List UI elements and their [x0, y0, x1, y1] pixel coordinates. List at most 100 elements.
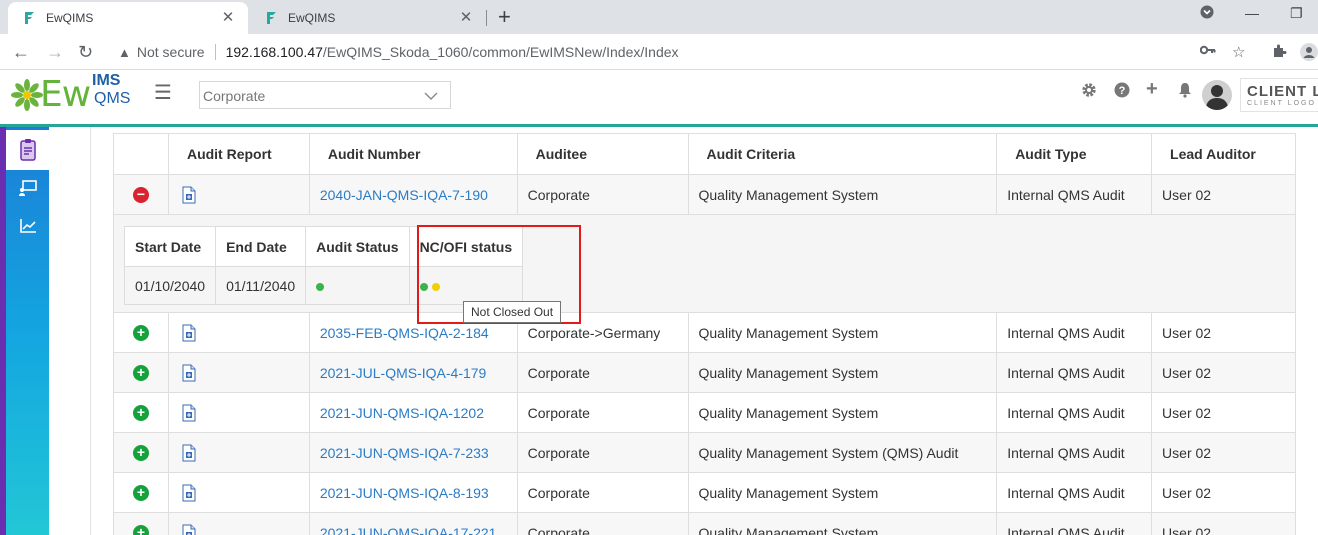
browser-tab-active[interactable]: EwQIMS ✕ — [8, 2, 248, 34]
audit-table: Audit Report Audit Number Auditee Audit … — [113, 133, 1296, 535]
new-tab-icon[interactable]: + — [498, 6, 511, 28]
gear-icon[interactable] — [1081, 82, 1097, 103]
column-header-auditee[interactable]: Auditee — [516, 133, 689, 175]
audit-report-cell — [167, 512, 310, 535]
column-header-audit-type[interactable]: Audit Type — [996, 133, 1153, 175]
audit-type-cell: Internal QMS Audit — [996, 392, 1153, 433]
browser-tab-strip: EwQIMS ✕ EwQIMS ✕ + — ❐ — [0, 0, 1318, 34]
audit-number-link[interactable]: 2040-JAN-QMS-IQA-7-190 — [308, 174, 518, 215]
report-document-icon[interactable] — [181, 186, 197, 204]
organization-select[interactable]: Corporate — [199, 81, 451, 109]
sidebar-item-audit[interactable] — [6, 130, 49, 170]
report-document-icon[interactable] — [181, 324, 197, 342]
sidebar-item-training[interactable] — [6, 168, 49, 208]
auditee-cell: Corporate — [516, 352, 689, 393]
report-document-icon[interactable] — [181, 484, 197, 502]
back-arrow-icon[interactable]: ← — [12, 40, 30, 64]
tab-title: EwQIMS — [288, 11, 336, 25]
forward-arrow-icon[interactable]: → — [46, 40, 64, 64]
audit-number-link[interactable]: 2021-JUN-QMS-IQA-7-233 — [308, 432, 518, 473]
column-header-lead-auditor[interactable]: Lead Auditor — [1151, 133, 1296, 175]
expand-row-icon[interactable]: + — [132, 445, 149, 462]
auditee-cell: Corporate — [516, 174, 689, 215]
sidebar-item-reports[interactable] — [6, 206, 49, 246]
bookmark-star-icon[interactable]: ☆ — [1232, 43, 1245, 61]
expand-cell: − — [113, 174, 169, 215]
expand-row-icon[interactable]: + — [132, 405, 149, 422]
ewqims-logo[interactable]: Ew IMS QMS — [10, 72, 140, 120]
table-header-row: Audit Report Audit Number Auditee Audit … — [113, 133, 1296, 175]
lead-auditor-cell: User 02 — [1151, 432, 1296, 473]
audit-criteria-cell: Quality Management System (QMS) Audit — [687, 432, 998, 473]
presentation-board-icon — [18, 180, 37, 196]
report-document-icon[interactable] — [181, 444, 197, 462]
help-icon[interactable]: ? — [1114, 82, 1130, 103]
bell-icon[interactable] — [1177, 82, 1193, 103]
extensions-icon[interactable] — [1271, 43, 1287, 63]
content-panel-border — [90, 127, 91, 535]
reload-icon[interactable]: ↻ — [78, 40, 93, 64]
table-row: + 2021-JUN-QMS-IQA-1202 Corporate Qualit… — [113, 392, 1296, 433]
expand-row-icon[interactable]: + — [132, 525, 149, 535]
client-logo-text: CLIENT LOGO — [1247, 83, 1318, 100]
audit-criteria-cell: Quality Management System — [687, 472, 998, 513]
profile-menu-icon[interactable] — [1200, 5, 1214, 22]
add-icon[interactable]: + — [1146, 78, 1158, 101]
url-text: 192.168.100.47/EwQIMS_Skoda_1060/common/… — [226, 44, 679, 60]
column-header-audit-criteria[interactable]: Audit Criteria — [687, 133, 998, 175]
chevron-down-icon — [424, 92, 438, 100]
tab-close-icon[interactable]: ✕ — [458, 10, 474, 26]
table-row: + 2021-JUN-QMS-IQA-8-193 Corporate Quali… — [113, 472, 1296, 513]
expand-row-icon[interactable]: + — [132, 485, 149, 502]
audit-report-cell — [167, 472, 310, 513]
detail-header-end-date: End Date — [215, 226, 307, 267]
audit-type-cell: Internal QMS Audit — [996, 352, 1153, 393]
audit-report-cell — [167, 174, 310, 215]
column-header-audit-number[interactable]: Audit Number — [308, 133, 518, 175]
audit-status-green-dot-icon[interactable] — [316, 282, 325, 291]
audit-criteria-cell: Quality Management System — [687, 174, 998, 215]
logo-flower-icon — [11, 79, 43, 111]
tab-separator — [486, 10, 487, 26]
column-header-expand — [113, 133, 169, 175]
logo-qms-text: QMS — [94, 90, 131, 107]
auditee-cell: Corporate — [516, 432, 689, 473]
status-tooltip: Not Closed Out — [463, 301, 562, 323]
warning-triangle-icon: ▲ — [118, 44, 131, 60]
lead-auditor-cell: User 02 — [1151, 392, 1296, 433]
auditee-cell: Corporate — [516, 392, 689, 433]
line-chart-icon — [19, 219, 36, 233]
browser-tab-inactive[interactable]: EwQIMS ✕ — [250, 2, 486, 34]
expand-cell: + — [113, 352, 169, 393]
audit-type-cell: Internal QMS Audit — [996, 472, 1153, 513]
restore-icon[interactable]: ❐ — [1290, 5, 1303, 22]
audit-number-link[interactable]: 2021-JUN-QMS-IQA-1202 — [308, 392, 518, 433]
user-avatar[interactable] — [1202, 80, 1232, 110]
profile-avatar-icon[interactable] — [1300, 43, 1318, 65]
tab-close-icon[interactable]: ✕ — [220, 10, 236, 26]
ewqims-favicon-icon — [267, 12, 276, 24]
collapse-row-icon[interactable]: − — [132, 187, 149, 204]
report-document-icon[interactable] — [181, 364, 197, 382]
end-date-value: 01/11/2040 — [215, 266, 307, 305]
expand-cell: + — [113, 392, 169, 433]
omnibox-divider — [214, 44, 216, 60]
address-bar[interactable]: ▲ Not secure 192.168.100.47/EwQIMS_Skoda… — [108, 38, 1258, 66]
minimize-icon[interactable]: — — [1245, 5, 1259, 21]
audit-number-link[interactable]: 2021-JUN-QMS-IQA-8-193 — [308, 472, 518, 513]
audit-number-link[interactable]: 2021-JUL-QMS-IQA-4-179 — [308, 352, 518, 393]
expand-row-icon[interactable]: + — [132, 325, 149, 342]
key-icon[interactable] — [1199, 43, 1216, 60]
report-document-icon[interactable] — [181, 404, 197, 422]
audit-report-cell — [167, 432, 310, 473]
expand-cell: + — [113, 312, 169, 353]
audit-number-link[interactable]: 2021-JUN-QMS-IQA-17-221 — [308, 512, 518, 535]
hamburger-menu-icon[interactable]: ☰ — [154, 80, 172, 105]
report-document-icon[interactable] — [181, 524, 197, 535]
audit-criteria-cell: Quality Management System — [687, 352, 998, 393]
column-header-audit-report[interactable]: Audit Report — [167, 133, 310, 175]
svg-text:?: ? — [1119, 85, 1126, 97]
start-date-value: 01/10/2040 — [123, 266, 217, 305]
expand-row-icon[interactable]: + — [132, 365, 149, 382]
expand-cell: + — [113, 432, 169, 473]
